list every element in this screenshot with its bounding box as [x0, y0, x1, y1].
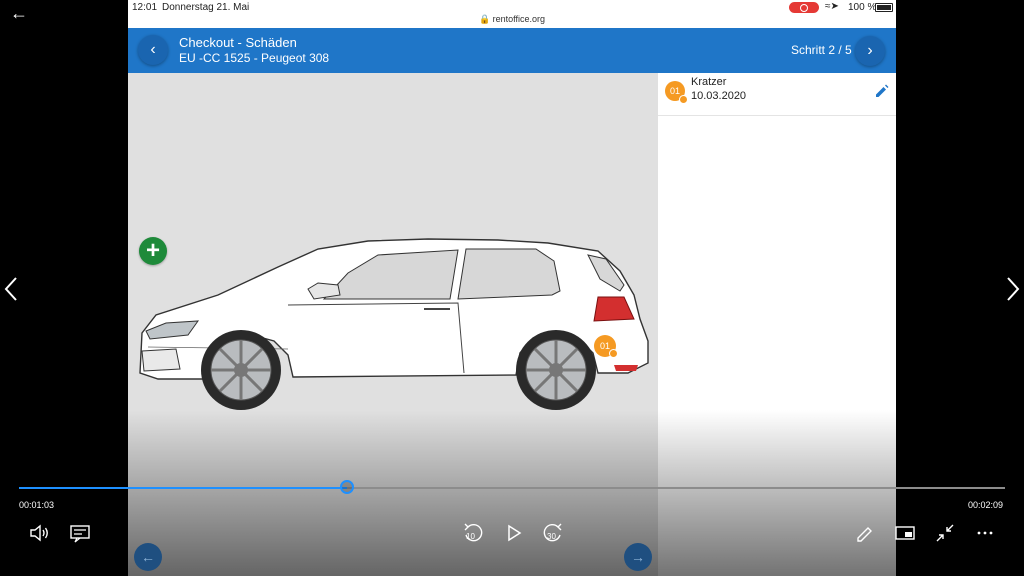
screen-record-indicator — [789, 2, 819, 13]
rewind-seconds: 10 — [466, 532, 475, 541]
player-back-icon[interactable]: ← — [8, 4, 30, 22]
status-date: Donnerstag 21. Mai — [162, 2, 250, 13]
damage-badge-subicon — [679, 95, 688, 104]
header-back-button[interactable]: ‹ — [138, 35, 168, 65]
status-time: 12:01 — [132, 2, 158, 13]
car-rear-reflector — [614, 365, 638, 371]
subtitles-icon[interactable] — [67, 520, 93, 546]
page-title: Checkout - Schäden — [179, 35, 297, 50]
next-chevron-icon[interactable] — [1002, 274, 1022, 304]
battery-fill — [877, 5, 891, 10]
wifi-icon: ≈➤ — [825, 1, 839, 12]
arrow-right-icon: → — [631, 549, 645, 565]
damage-badge-number: 01 — [669, 86, 680, 96]
volume-icon[interactable] — [27, 520, 53, 546]
chevron-left-icon: ‹ — [150, 41, 156, 58]
status-url: 🔒 rentoffice.org — [128, 14, 896, 25]
footer-next-button[interactable]: → — [624, 543, 652, 571]
picture-in-picture-icon[interactable] — [892, 520, 918, 546]
damage-date: 10.03.2020 — [691, 90, 747, 102]
video-overlay-gradient — [128, 410, 896, 576]
vehicle-subtitle: EU -CC 1525 - Peugeot 308 — [179, 51, 330, 65]
status-bar: 12:01 Donnerstag 21. Mai 🔒 rentoffice.or… — [128, 0, 896, 28]
current-time: 00:01:03 — [19, 500, 55, 510]
damage-marker-subicon — [609, 349, 618, 358]
car-window-rear — [457, 248, 561, 300]
list-item[interactable]: 01 Kratzer 10.03.2020 — [658, 73, 896, 116]
footer-back-button[interactable]: ← — [134, 543, 162, 571]
seek-progress — [19, 487, 348, 489]
tablet-screen: 12:01 Donnerstag 21. Mai 🔒 rentoffice.or… — [128, 0, 896, 576]
pencil-icon[interactable] — [874, 83, 890, 99]
play-icon[interactable] — [500, 520, 526, 546]
forward-seconds: 30 — [547, 532, 556, 541]
car-side-view[interactable] — [128, 223, 658, 423]
lock-icon: 🔒 — [478, 14, 491, 24]
car-grille — [141, 348, 181, 372]
status-url-text: rentoffice.org — [492, 14, 546, 24]
battery-percent: 100 % — [848, 2, 877, 13]
edit-pencil-icon[interactable] — [852, 520, 878, 546]
app-header: ‹ Checkout - Schäden EU -CC 1525 - Peuge… — [128, 28, 896, 73]
damage-marker-number: 01 — [599, 341, 610, 351]
car-rear-wheel — [516, 330, 596, 410]
record-icon — [800, 4, 808, 12]
exit-fullscreen-icon[interactable] — [932, 520, 958, 546]
total-time: 00:02:09 — [968, 500, 1004, 510]
damage-marker[interactable]: 01 — [594, 335, 618, 358]
more-options-icon[interactable] — [972, 520, 998, 546]
damage-type: Kratzer — [691, 76, 727, 88]
chevron-right-icon: › — [867, 42, 873, 59]
step-indicator: Schritt 2 / 5 — [791, 43, 852, 57]
header-next-button[interactable]: › — [855, 36, 885, 66]
car-front-wheel — [201, 330, 281, 410]
previous-chevron-icon[interactable] — [2, 274, 22, 304]
arrow-left-icon: ← — [141, 549, 155, 565]
battery-icon — [875, 3, 893, 12]
damage-number-badge: 01 — [665, 81, 688, 104]
